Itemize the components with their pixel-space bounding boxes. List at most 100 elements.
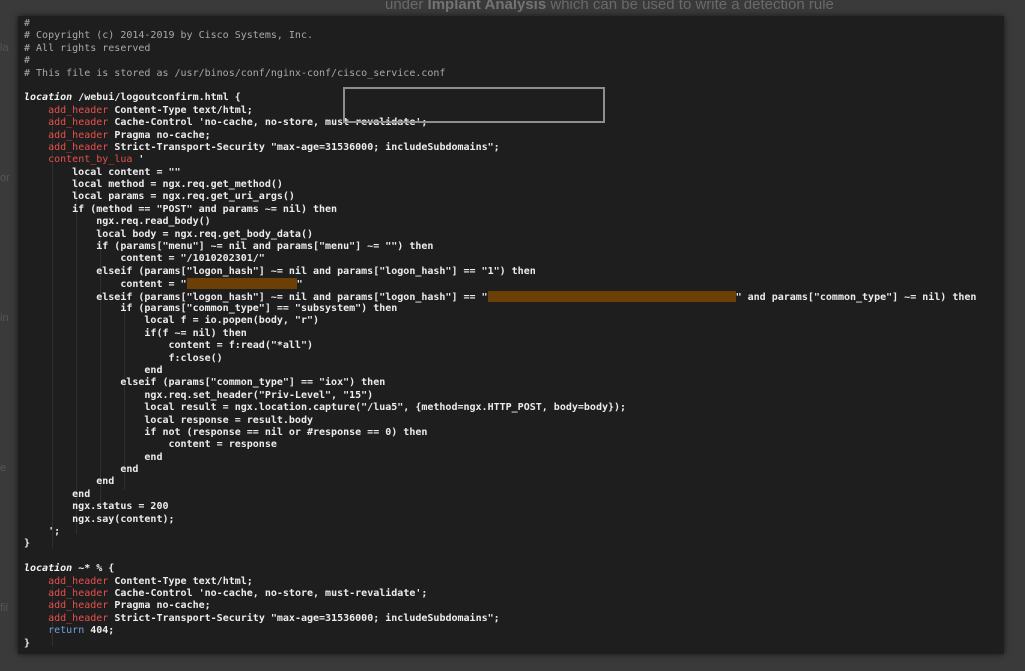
code-line: }: [24, 638, 976, 650]
code-line: content = response: [24, 439, 976, 451]
background-left-fragment: in: [0, 312, 9, 324]
code-keyword: location: [24, 92, 73, 104]
code-directive: add_header: [48, 587, 109, 599]
code-line: elseif (params["logon_hash"] ~= nil and …: [24, 290, 977, 303]
code-directive: add_header: [48, 117, 109, 129]
code-token: end: [24, 464, 139, 476]
code-token: end: [24, 451, 163, 463]
code-comment: #: [24, 55, 31, 67]
code-token: local response = result.body: [24, 414, 313, 426]
code-token: ngx.status = 200: [24, 501, 169, 513]
code-line: # This file is stored as /usr/binos/conf…: [24, 68, 976, 80]
code-directive: add_header: [48, 600, 109, 612]
code-token: content = f:read("*all"): [24, 340, 313, 352]
code-directive: add_header: [48, 612, 109, 624]
code-token: Pragma no-cache;: [108, 129, 211, 141]
code-line: end: [24, 464, 976, 476]
code-line: content = " ": [24, 278, 976, 290]
code-line: if (params["menu"] ~= nil and params["me…: [24, 241, 976, 253]
code-directive: content_by_lua: [48, 154, 133, 166]
code-token: " and params["common_type"] ~= nil) then: [735, 291, 977, 303]
code-token: 404;: [84, 625, 115, 637]
code-line: content = "/1010202301/": [24, 253, 976, 265]
code-comment: #: [24, 18, 31, 29]
code-token: ngx.req.set_header("Priv-Level", "15"): [24, 389, 374, 401]
code-token: Cache-Control 'no-cache, no-store, must-…: [108, 587, 428, 599]
code-line: add_header Pragma no-cache;: [24, 130, 976, 142]
code-line: f:close(): [24, 353, 976, 365]
code-token: Strict-Transport-Security "max-age=31536…: [108, 612, 500, 624]
code-line: ';: [24, 526, 976, 538]
code-line: add_header Strict-Transport-Security "ma…: [24, 142, 976, 154]
code-line: #: [24, 18, 976, 30]
code-token: local body = ngx.req.get_body_data(): [24, 228, 313, 240]
code-line: content = f:read("*all"): [24, 340, 976, 352]
code-editor-panel[interactable]: # # Copyright (c) 2014-2019 by Cisco Syst…: [18, 16, 1004, 654]
code-token: Content-Type text/html;: [108, 575, 253, 587]
code-line: }: [24, 538, 976, 550]
code-token: }: [24, 637, 31, 649]
code-comment: # All rights reserved: [24, 42, 151, 54]
code-keyword: ~*: [78, 563, 91, 575]
code-directive: add_header: [48, 575, 109, 587]
code-line: local result = ngx.location.capture("/lu…: [24, 402, 976, 414]
code-line: content_by_lua ': [24, 154, 976, 166]
highlight-box: [343, 87, 605, 123]
code-token: if (params["common_type"] == "subsystem"…: [24, 302, 398, 314]
code-token: end: [24, 364, 163, 376]
code-token: if (method == "POST" and params ~= nil) …: [24, 203, 338, 215]
redacted-value: [186, 278, 297, 290]
code-line: local f = io.popen(body, "r"): [24, 315, 976, 327]
background-bold-text: Implant Analysis: [427, 0, 547, 13]
code-line: end: [24, 476, 976, 488]
background-left-fragment: e: [0, 462, 7, 474]
code-line: local params = ngx.req.get_uri_args(): [24, 191, 976, 203]
code-line: add_header Cache-Control 'no-cache, no-s…: [24, 588, 976, 600]
code-line: add_header Content-Type text/html;: [24, 576, 976, 588]
code-token: local params = ngx.req.get_uri_args(): [24, 191, 295, 203]
code-token: ngx.req.read_body(): [24, 216, 211, 228]
code-line: elseif (params["common_type"] == "iox") …: [24, 377, 976, 389]
code-token: local result = ngx.location.capture("/lu…: [24, 402, 627, 414]
code-line: end: [24, 489, 976, 501]
code-token: local f = io.popen(body, "r"): [24, 315, 320, 327]
code-line: local method = ngx.req.get_method(): [24, 179, 976, 191]
code-token: elseif (params["common_type"] == "iox") …: [24, 377, 386, 389]
code-token: ngx.say(content);: [24, 513, 175, 525]
code-line: end: [24, 365, 976, 377]
code-token: /webui/logoutconfirm.html {: [72, 92, 241, 104]
code-token: content = ": [24, 279, 187, 291]
code-token: Strict-Transport-Security "max-age=31536…: [108, 141, 500, 153]
redacted-value: [487, 290, 736, 302]
background-article-text: under Implant Analysis which can be used…: [385, 0, 945, 13]
code-line: add_header Strict-Transport-Security "ma…: [24, 613, 976, 625]
code-line: #: [24, 55, 976, 67]
code-token: ": [296, 279, 303, 291]
code-token: if not (response == nil or #response == …: [24, 426, 428, 438]
code-token: return: [48, 625, 85, 637]
code-token: if (params["menu"] ~= nil and params["me…: [24, 241, 434, 253]
code-line: end: [24, 452, 976, 464]
background-left-fragment: fil: [0, 602, 8, 614]
code-line: elseif (params["logon_hash"] ~= nil and …: [24, 266, 976, 278]
code-token: Pragma no-cache;: [108, 600, 211, 612]
code-directive: add_header: [48, 141, 109, 153]
code-line: if (method == "POST" and params ~= nil) …: [24, 204, 976, 216]
code-token: Content-Type text/html;: [108, 104, 253, 116]
code-token: ';: [24, 526, 61, 538]
code-token: elseif (params["logon_hash"] ~= nil and …: [24, 291, 488, 303]
code-line: if(f ~= nil) then: [24, 328, 976, 340]
code-line: # Copyright (c) 2014-2019 by Cisco Syste…: [24, 30, 976, 42]
background-left-fragment: or: [0, 172, 10, 184]
code-line: if not (response == nil or #response == …: [24, 427, 976, 439]
code-token: content = response: [24, 439, 277, 451]
code-comment: # Copyright (c) 2014-2019 by Cisco Syste…: [24, 30, 313, 42]
